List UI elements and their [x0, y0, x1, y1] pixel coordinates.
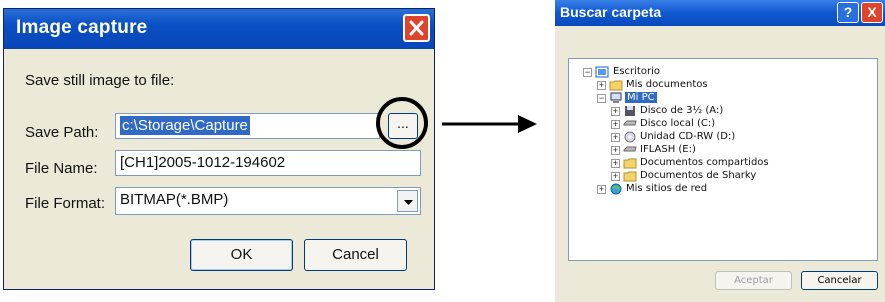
cancel-button[interactable]: Cancel	[304, 239, 407, 271]
collapse-toggle[interactable]: −	[583, 68, 592, 77]
help-button[interactable]: ?	[837, 2, 859, 23]
arrow-icon	[442, 115, 537, 133]
tree-item-documentos-compartidos[interactable]: Documentos compartidos	[640, 157, 769, 169]
title-bar[interactable]: Image capture	[4, 9, 434, 49]
highlight-circle	[376, 97, 428, 149]
file-format-dropdown-button[interactable]	[397, 190, 418, 212]
folder-icon	[609, 80, 623, 91]
desktop-icon	[595, 66, 609, 78]
folder-icon	[623, 158, 637, 169]
tree-item-disco-local[interactable]: Disco local (C:)	[640, 118, 715, 130]
tree-item-mis-documentos[interactable]: Mis documentos	[626, 79, 708, 91]
ok-button[interactable]: OK	[190, 239, 293, 271]
save-heading: Save still image to file:	[25, 72, 175, 89]
file-name-field[interactable]: [CH1]2005-1012-194602	[115, 150, 421, 176]
file-format-value: BITMAP(*.BMP)	[120, 191, 229, 208]
tree-item-floppy[interactable]: Disco de 3½ (A:)	[640, 105, 723, 117]
file-format-select[interactable]: BITMAP(*.BMP)	[115, 187, 421, 215]
save-path-value: c:\Storage\Capture	[120, 116, 250, 135]
drive-icon	[623, 120, 637, 126]
browse-folder-dialog: Buscar carpeta ? X − Escritorio + Mis do…	[555, 0, 885, 302]
expand-toggle[interactable]: +	[611, 159, 620, 168]
dialog-title: Image capture	[16, 17, 148, 38]
tree-item-mi-pc-label: Mi PC	[625, 92, 657, 103]
expand-toggle[interactable]: +	[611, 146, 620, 155]
folder-icon	[623, 171, 637, 182]
folder-cancel-button[interactable]: Cancelar	[801, 271, 878, 290]
cd-icon	[624, 131, 636, 143]
floppy-icon	[625, 106, 635, 116]
expand-toggle[interactable]: +	[611, 133, 620, 142]
file-name-label: File Name:	[25, 160, 98, 177]
expand-toggle[interactable]: +	[611, 107, 620, 116]
close-icon	[409, 20, 424, 36]
close-button[interactable]	[403, 14, 430, 42]
collapse-toggle[interactable]: −	[597, 94, 606, 103]
tree-item-escritorio[interactable]: Escritorio	[613, 66, 660, 78]
folder-tree[interactable]: − Escritorio + Mis documentos − Mi PC + …	[568, 58, 878, 261]
tree-item-cd-rw[interactable]: Unidad CD-RW (D:)	[640, 131, 735, 143]
file-format-label: File Format:	[25, 195, 106, 212]
folder-title-bar[interactable]: Buscar carpeta ? X	[555, 0, 885, 26]
tree-item-mi-pc[interactable]: Mi PC	[625, 92, 657, 104]
expand-toggle[interactable]: +	[597, 185, 606, 194]
computer-icon	[610, 92, 622, 103]
folder-close-button[interactable]: X	[861, 2, 883, 23]
image-capture-dialog: Image capture Save still image to file: …	[3, 8, 435, 290]
folder-dialog-title: Buscar carpeta	[560, 4, 662, 20]
save-path-field[interactable]: c:\Storage\Capture	[115, 113, 380, 139]
accept-button[interactable]: Aceptar	[715, 271, 792, 290]
tree-item-documentos-de-sharky[interactable]: Documentos de Sharky	[640, 170, 756, 182]
expand-toggle[interactable]: +	[611, 172, 620, 181]
drive-icon	[623, 146, 637, 152]
chevron-down-icon	[404, 200, 413, 205]
expand-toggle[interactable]: +	[597, 81, 606, 90]
network-icon	[610, 183, 622, 195]
tree-item-iflash[interactable]: IFLASH (E:)	[640, 144, 696, 156]
tree-item-mis-sitios-de-red[interactable]: Mis sitios de red	[626, 183, 707, 195]
save-path-label: Save Path:	[25, 124, 99, 141]
expand-toggle[interactable]: +	[611, 120, 620, 129]
